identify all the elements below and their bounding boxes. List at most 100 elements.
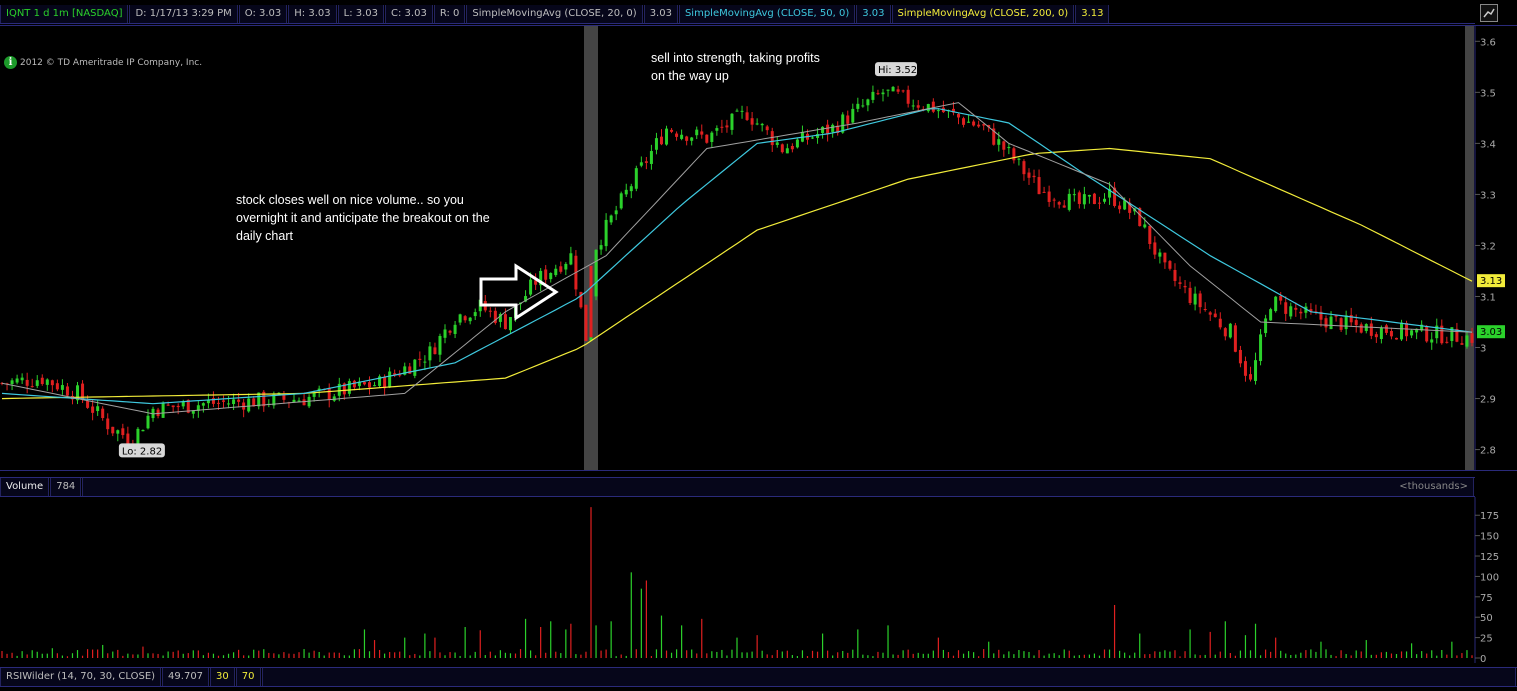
symbol-label[interactable]: IQNT 1 d 1m [NASDAQ]	[0, 4, 129, 23]
candle-body	[977, 124, 981, 127]
rsi-label[interactable]: RSIWilder (14, 70, 30, CLOSE)	[0, 668, 162, 686]
candle-body	[1203, 309, 1207, 311]
volume-chart[interactable]: 175 150 125 100 75 50 25 0	[0, 497, 1517, 665]
last-price-tag: 3.03	[1477, 325, 1505, 339]
volume-tick-label: 175	[1480, 511, 1499, 522]
candle-body	[654, 138, 658, 150]
right-edge-bar	[1465, 26, 1474, 470]
candle-body	[1465, 335, 1469, 347]
candle-body	[156, 409, 160, 417]
candle-body	[957, 114, 961, 118]
candle-body	[926, 103, 930, 112]
candle-body	[529, 279, 533, 295]
info-icon[interactable]: i	[4, 56, 17, 69]
candle-body	[1470, 333, 1474, 343]
candle-body	[710, 132, 714, 142]
candle-body	[1052, 199, 1056, 201]
candle-body	[30, 386, 34, 388]
candle-body	[911, 105, 915, 107]
candle-body	[25, 379, 29, 386]
volume-units: <thousands>	[82, 478, 1474, 496]
rsi-overbought: 70	[235, 668, 261, 686]
svg-text:3.03: 3.03	[1480, 327, 1502, 338]
sma50-line	[1, 108, 1473, 405]
candle-body	[1037, 177, 1041, 195]
candle-body	[383, 377, 387, 389]
candle-body	[1359, 324, 1363, 333]
candle-body	[624, 189, 628, 195]
candle-body	[1269, 309, 1273, 321]
rsi-spacer	[261, 668, 1516, 686]
candle-body	[775, 142, 779, 145]
candle-body	[725, 125, 729, 128]
candle-body	[1198, 293, 1202, 308]
candle-body	[1238, 349, 1242, 364]
chart-style-button[interactable]	[1480, 4, 1498, 22]
candle-body	[876, 93, 880, 95]
candle-body	[619, 193, 623, 209]
candle-body	[866, 99, 870, 106]
candle-body	[1324, 318, 1328, 328]
candle-body	[1163, 252, 1167, 263]
candle-body	[1022, 161, 1026, 175]
candle-body	[1248, 374, 1252, 380]
candle-body	[222, 400, 226, 402]
sma200-label[interactable]: SimpleMovingAvg (CLOSE, 200, 0)	[891, 4, 1075, 23]
candle-body	[463, 316, 467, 321]
sma200-price-tag: 3.13	[1477, 274, 1505, 288]
price-tick-label: 3	[1480, 344, 1486, 355]
candle-body	[720, 126, 724, 128]
candle-body	[91, 406, 95, 413]
candle-body	[121, 428, 125, 436]
volume-label[interactable]: Volume	[0, 478, 50, 496]
candle-body	[15, 378, 19, 383]
candle-body	[96, 406, 100, 412]
candle-body	[302, 399, 306, 406]
candle-body	[856, 103, 860, 109]
rsi-value: 49.707	[162, 668, 210, 686]
copyright-notice: i 2012 © TD Ameritrade IP Company, Inc.	[4, 56, 202, 69]
candle-body	[785, 148, 789, 154]
candle-body	[700, 131, 704, 135]
candle-body	[433, 347, 437, 355]
rsi-header-bar: RSIWilder (14, 70, 30, CLOSE) 49.707 30 …	[0, 667, 1517, 687]
candle-body	[458, 314, 462, 323]
candle-body	[292, 399, 296, 403]
volume-pane[interactable]: 175 150 125 100 75 50 25 0	[0, 497, 1517, 665]
candle-body	[1002, 141, 1006, 150]
price-pane[interactable]: 3.6 3.5 3.4 3.3 3.2 3.1 3 2.9 2.8 Hi: 3.52 Lo: 2…	[0, 25, 1517, 471]
candle-body	[247, 398, 251, 412]
candle-body	[488, 310, 492, 312]
candle-body	[886, 89, 890, 91]
price-chart[interactable]: 3.63.53.43.33.23.132.92.8 Hi: 3.52 Lo: 2…	[0, 26, 1517, 470]
candle-body	[1057, 202, 1061, 205]
candle-body	[735, 110, 739, 112]
candle-body	[297, 400, 301, 402]
sma50-label[interactable]: SimpleMovingAvg (CLOSE, 50, 0)	[678, 4, 856, 23]
candle-body	[1168, 261, 1172, 269]
candle-body	[1087, 194, 1091, 197]
candle-body	[126, 433, 130, 444]
candle-body	[206, 400, 210, 404]
candle-body	[599, 245, 603, 250]
lo-label: Lo: 2.82	[118, 443, 165, 458]
candle-body	[846, 115, 850, 124]
candle-body	[604, 219, 608, 247]
candle-body	[584, 304, 588, 341]
candle-body	[60, 385, 64, 390]
candle-body	[428, 346, 432, 361]
candle-body	[1344, 315, 1348, 330]
candle-body	[670, 129, 674, 132]
candle-body	[811, 137, 815, 139]
candle-body	[1299, 311, 1303, 314]
candle-body	[690, 137, 694, 141]
sma20-label[interactable]: SimpleMovingAvg (CLOSE, 20, 0)	[466, 4, 643, 23]
candle-body	[1148, 225, 1152, 244]
candle-body	[388, 371, 392, 388]
candle-body	[106, 418, 110, 430]
candle-body	[453, 324, 457, 334]
candle-body	[861, 105, 865, 107]
candle-body	[347, 381, 351, 394]
candle-body	[111, 426, 115, 434]
candle-body	[730, 113, 734, 130]
